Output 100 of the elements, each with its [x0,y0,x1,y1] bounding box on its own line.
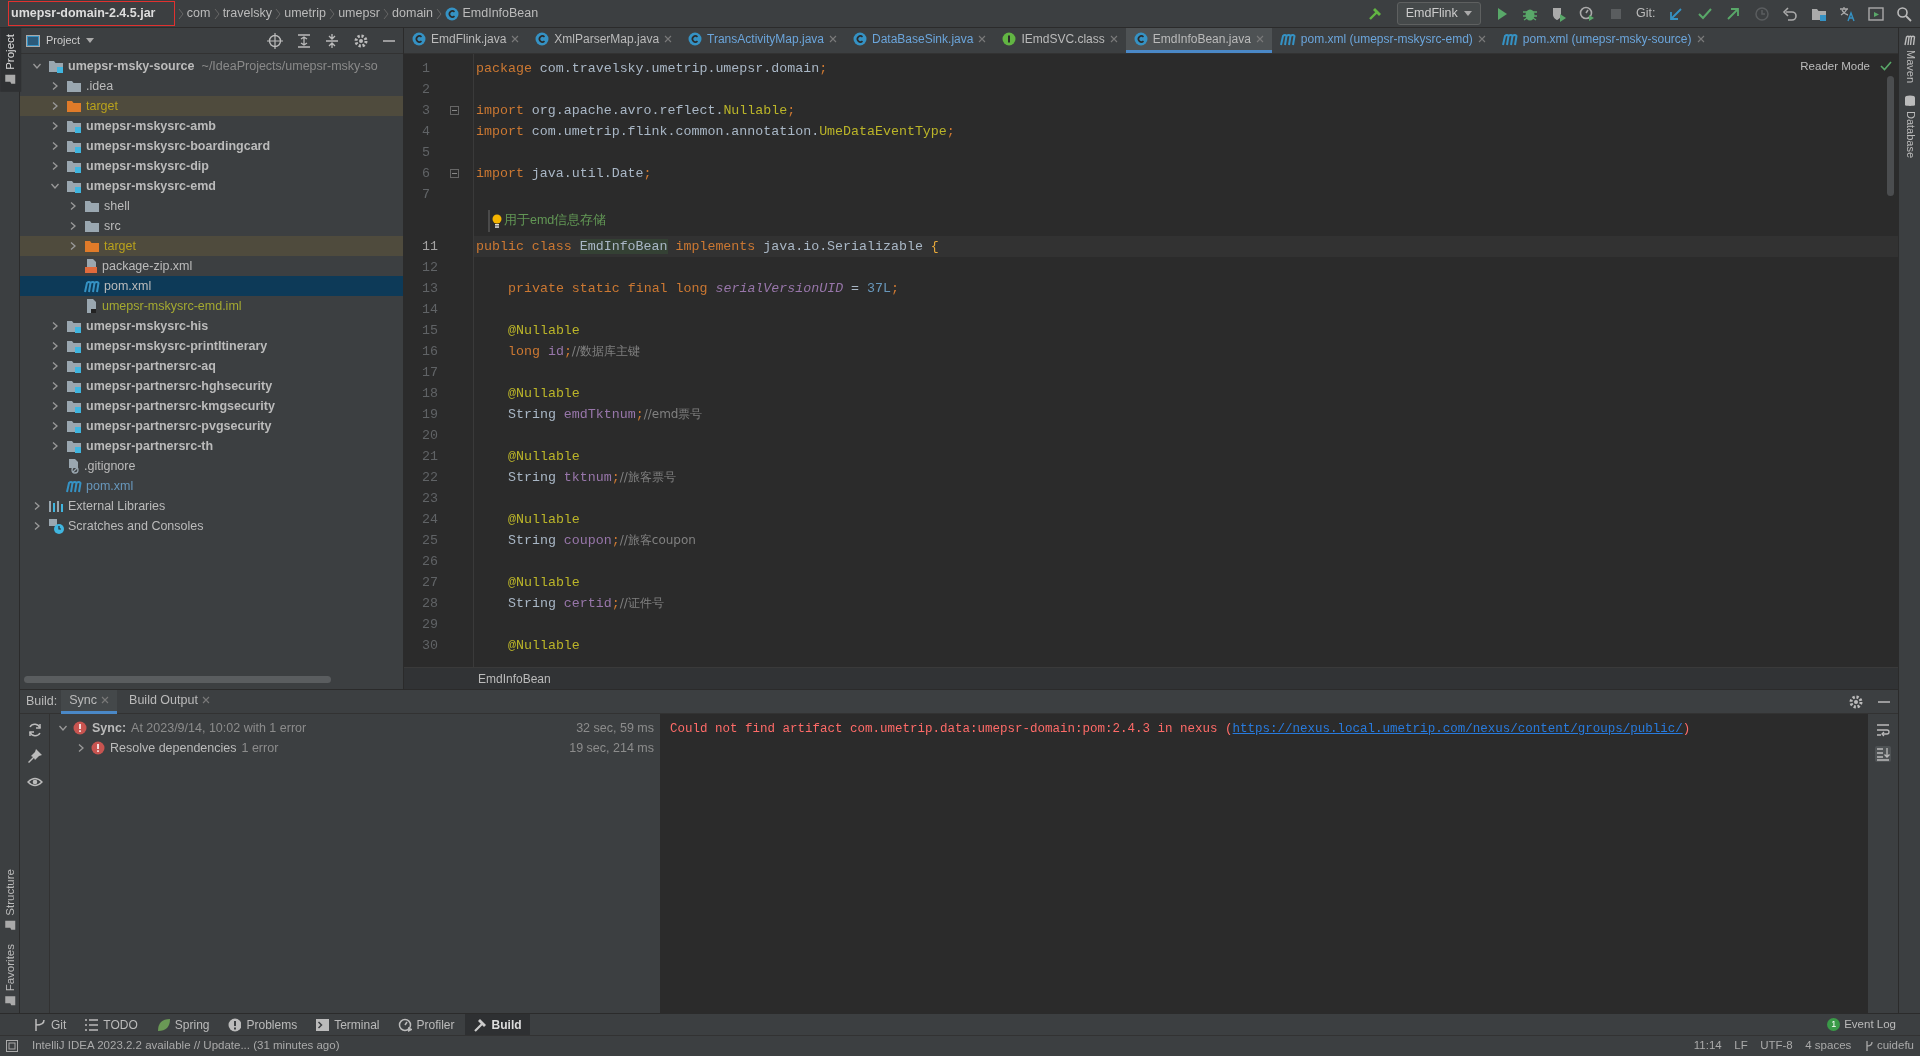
vertical-scrollbar[interactable] [1887,76,1894,196]
tree-row[interactable]: .idea [20,76,403,96]
lightbulb-icon[interactable] [492,213,502,228]
panel-tab[interactable]: Build Output [121,689,218,714]
expand-all-icon[interactable] [295,32,312,49]
tool-window-tab[interactable]: Terminal [307,1013,388,1036]
scroll-to-end-icon[interactable] [1875,746,1891,762]
pin-icon[interactable] [26,748,43,764]
status-item[interactable]: UTF-8 [1760,1037,1793,1055]
chevron-right-icon[interactable] [50,381,60,391]
close-icon[interactable] [829,35,837,43]
close-icon[interactable] [201,696,210,704]
tool-window-tab[interactable]: Git [24,1013,75,1036]
close-icon[interactable] [1109,35,1118,43]
url-link[interactable]: https://nexus.local.umetrip.com/nexus/content/groups/public/ [1232,722,1683,736]
locate-icon[interactable] [267,32,283,49]
tool-window-tab[interactable]: Problems [219,1013,306,1036]
close-icon[interactable] [1696,35,1705,43]
fold-icon[interactable] [450,169,459,178]
tool-window-tab[interactable]: Project [0,28,22,92]
status-item[interactable]: cuidefu [1863,1037,1914,1055]
tool-window-tab[interactable]: TODO [76,1013,146,1036]
tree-row[interactable]: umepsr-mskysrc-his [20,316,403,336]
breadcrumb-item[interactable]: umetrip [284,4,326,23]
status-item[interactable]: 11:14 [1693,1037,1722,1055]
chevron-down-icon[interactable] [32,61,42,71]
breadcrumb-item[interactable]: umepsr-domain-2.4.5.jar [8,1,175,26]
chevron-right-icon[interactable] [76,743,86,753]
editor-tab[interactable]: pom.xml (umepsr-msky-source) [1493,28,1713,53]
soft-wrap-icon[interactable] [1875,722,1891,738]
chevron-right-icon[interactable] [50,441,60,451]
status-item[interactable]: 4 spaces [1805,1037,1852,1055]
close-icon[interactable] [101,696,110,704]
chevron-right-icon[interactable] [50,161,60,171]
search-icon[interactable] [1896,5,1912,22]
panel-tab[interactable]: Sync [61,689,118,714]
chevron-right-icon[interactable] [32,521,42,531]
chevron-down-icon[interactable] [50,181,60,191]
tool-window-tab[interactable]: Database [1899,89,1920,165]
window-run-icon[interactable] [1867,5,1884,22]
editor-tab[interactable]: XmlParserMap.java [527,28,681,53]
panel-toggle-icon[interactable] [6,1040,18,1052]
tree-row[interactable]: Sync: At 2023/9/14, 10:02 with 1 error 32 sec, 59 ms [50,718,660,738]
editor-tab[interactable]: pom.xml (umepsr-mskysrc-emd) [1271,28,1494,53]
tree-row[interactable]: package-zip.xml [20,256,403,276]
tree-row[interactable]: umepsr-partnersrc-pvgsecurity [20,416,403,436]
tool-window-tab[interactable]: Favorites [0,937,22,1013]
shield-run-icon[interactable] [1550,5,1567,22]
chevron-right-icon[interactable] [68,241,78,251]
collapse-all-icon[interactable] [324,32,340,49]
tree-row[interactable]: umepsr-partnersrc-aq [20,356,403,376]
editor-tab[interactable]: IEmdSVC.class [994,28,1126,53]
translate-icon[interactable] [1839,5,1855,22]
tree-row[interactable]: umepsr-mskysrc-printItinerary [20,336,403,356]
tree-row[interactable]: External Libraries [20,496,403,516]
tree-row[interactable]: .gitignore [20,456,403,476]
chevron-right-icon[interactable] [50,141,60,151]
tool-window-tab[interactable]: Spring [147,1013,218,1036]
event-log-tab[interactable]: 1 Event Log [1827,1015,1896,1034]
tree-row[interactable]: umepsr-mskysrc-boardingcard [20,136,403,156]
chevron-right-icon[interactable] [32,501,42,511]
tree-row[interactable]: pom.xml [20,476,403,496]
tree-row[interactable]: target [20,236,403,256]
breadcrumb-item[interactable]: com [186,4,211,23]
chevron-right-icon[interactable] [68,201,78,211]
editor-tab[interactable]: EmdFlink.java [404,28,528,53]
tree-row[interactable]: umepsr-partnersrc-th [20,436,403,456]
chevron-right-icon[interactable] [50,401,60,411]
run-configuration-dropdown[interactable]: EmdFlink [1396,2,1482,25]
chevron-right-icon[interactable] [50,421,60,431]
close-icon[interactable] [978,35,987,43]
tree-row[interactable]: umepsr-partnersrc-hghsecurity [20,376,403,396]
tree-row[interactable]: umepsr-mskysrc-amb [20,116,403,136]
chevron-right-icon[interactable] [50,341,60,351]
chevron-down-icon[interactable] [58,723,68,733]
chevron-right-icon[interactable] [68,221,78,231]
tree-row[interactable]: pom.xml [20,276,403,296]
breadcrumb-item[interactable]: umepsr [338,4,380,23]
breadcrumb-item[interactable]: EmdInfoBean [478,669,551,688]
tree-row[interactable]: shell [20,196,403,216]
chevron-right-icon[interactable] [50,81,60,91]
close-icon[interactable] [1477,35,1486,43]
chevron-right-icon[interactable] [50,321,60,331]
editor-tab[interactable]: TransActivityMap.java [680,28,845,53]
tree-row[interactable]: umepsr-mskysrc-dip [20,156,403,176]
tree-row[interactable]: umepsr-mskysrc-emd.iml [20,296,403,316]
tree-row[interactable]: target [20,96,403,116]
push-arrow-icon[interactable] [1725,5,1741,22]
update-arrow-icon[interactable] [1668,5,1684,22]
tool-window-tab[interactable]: Profiler [389,1013,463,1036]
tool-window-tab[interactable]: Structure [0,863,22,938]
settings-icon[interactable] [1847,693,1864,710]
tree-row[interactable]: Resolve dependencies 1 error 19 sec, 214 ms [50,738,660,758]
reader-mode-link[interactable]: Reader Mode [1800,58,1870,76]
close-icon[interactable] [511,35,520,43]
settings-icon[interactable] [352,32,369,49]
tool-window-tab[interactable]: Maven [1899,28,1920,90]
tree-row[interactable]: umepsr-msky-source ~/IdeaProjects/umepsr-msky-so [20,56,403,76]
tree-row[interactable]: umepsr-mskysrc-emd [20,176,403,196]
tool-window-tab[interactable]: Build [464,1013,530,1036]
